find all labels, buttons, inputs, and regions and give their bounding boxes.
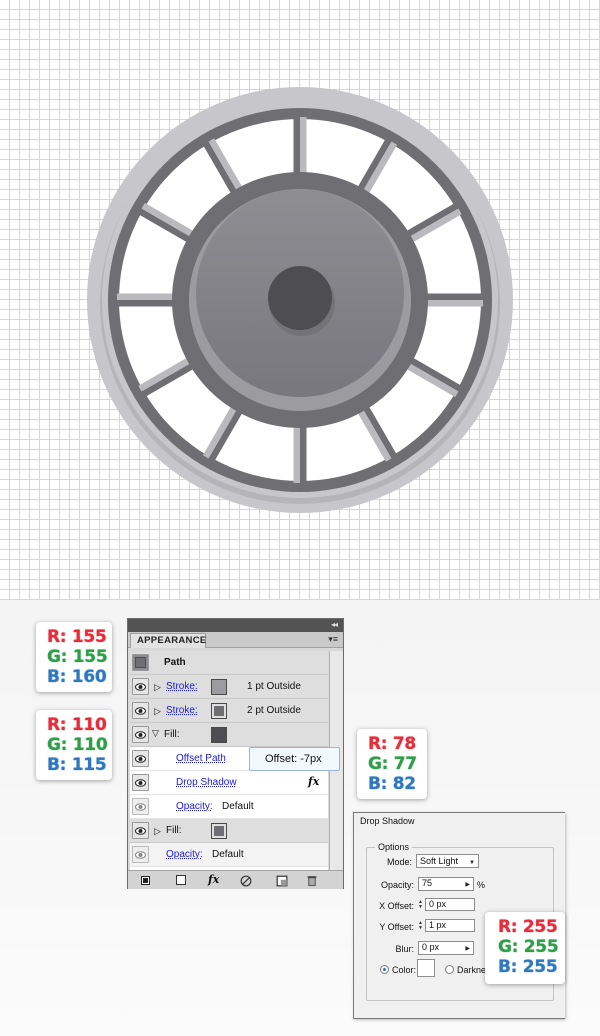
center-hole xyxy=(268,266,332,330)
panel-menu-icon[interactable]: ▾≡ xyxy=(328,634,338,645)
swatch-blue: B: 255 xyxy=(498,957,558,977)
swatch-red: R: 255 xyxy=(498,917,558,937)
color-label: Color: xyxy=(392,965,417,975)
y-offset-input[interactable]: 1 px xyxy=(425,919,475,932)
duplicate-item-icon[interactable] xyxy=(276,875,288,887)
chevron-down-icon: ▼ xyxy=(469,860,475,866)
object-label: Path xyxy=(164,657,186,668)
path-thumbnail xyxy=(132,654,149,671)
collapse-icon[interactable]: ◂◂ xyxy=(331,620,338,629)
opacity-unit: % xyxy=(477,880,486,890)
stroke-1-link[interactable]: Stroke: xyxy=(166,681,198,692)
rgb-swatch-2: R: 110 G: 110 B: 115 xyxy=(36,710,112,780)
swatch-blue: B: 82 xyxy=(368,774,416,794)
swatch-red: R: 78 xyxy=(368,734,416,754)
fill-2-swatch[interactable] xyxy=(211,823,227,839)
list-item-path[interactable]: Path xyxy=(130,651,328,675)
x-offset-input[interactable]: 0 px xyxy=(425,898,475,911)
x-offset-label: X Offset: xyxy=(379,901,414,911)
eye-icon[interactable] xyxy=(132,726,149,743)
offset-tooltip: Offset: -7px xyxy=(249,747,340,771)
expand-triangle-icon[interactable]: ▷ xyxy=(154,706,161,717)
eye-icon[interactable] xyxy=(132,750,149,767)
dialog-title: Drop Shadow xyxy=(360,816,415,826)
list-item-stroke-2[interactable]: ▷ Stroke: 2 pt Outside xyxy=(130,699,328,723)
blur-input[interactable]: 0 px ▶ xyxy=(418,941,474,955)
blur-label: Blur: xyxy=(395,944,414,954)
opacity-label: Opacity: xyxy=(380,880,414,890)
expand-triangle-icon[interactable]: ▷ xyxy=(154,826,161,837)
panel-tabbar: APPEARANCE ▾≡ xyxy=(128,632,343,648)
clear-appearance-icon[interactable] xyxy=(240,875,252,887)
swatch-green: G: 77 xyxy=(368,754,417,774)
panel-footer: fx xyxy=(128,870,343,889)
offset-path-link[interactable]: Offset Path xyxy=(176,753,226,764)
fill-2-label: Fill: xyxy=(166,825,182,836)
eye-icon[interactable] xyxy=(132,678,149,695)
add-effect-icon[interactable]: fx xyxy=(208,873,226,886)
swatch-red: R: 110 xyxy=(47,715,107,735)
swatch-green: G: 110 xyxy=(47,735,108,755)
stroke-1-value: 1 pt Outside xyxy=(247,681,301,692)
fx-icon[interactable]: fx xyxy=(308,775,319,788)
stroke-2-swatch[interactable] xyxy=(211,703,227,719)
eye-icon[interactable] xyxy=(132,846,149,863)
list-item-fill-2[interactable]: ▷ Fill: xyxy=(130,819,328,843)
mode-value: Soft Light xyxy=(420,856,459,866)
darkness-radio[interactable] xyxy=(445,965,454,974)
eye-icon[interactable] xyxy=(132,702,149,719)
opacity-outer-value: Default xyxy=(212,849,244,860)
tab-appearance[interactable]: APPEARANCE xyxy=(130,633,206,648)
options-group-label: Options xyxy=(375,842,413,852)
chevron-right-icon[interactable]: ▶ xyxy=(465,944,470,955)
stroke-2-link[interactable]: Stroke: xyxy=(166,705,198,716)
rgb-swatch-1: R: 155 G: 155 B: 160 xyxy=(36,622,112,692)
swatch-blue: B: 115 xyxy=(47,755,107,775)
eye-icon[interactable] xyxy=(132,774,149,791)
swatch-green: G: 255 xyxy=(498,937,559,957)
opacity-value: 75 xyxy=(422,878,433,888)
color-radio[interactable] xyxy=(380,965,389,974)
opacity-input[interactable]: 75 ▶ xyxy=(418,877,474,891)
rgb-swatch-4: R: 255 G: 255 B: 255 xyxy=(485,912,565,984)
mode-select[interactable]: Soft Light ▼ xyxy=(416,854,479,868)
shadow-color-swatch[interactable] xyxy=(417,959,435,977)
rgb-swatch-3: R: 78 G: 77 B: 82 xyxy=(357,729,427,799)
wheel-illustration xyxy=(87,87,513,513)
drop-shadow-link[interactable]: Drop Shadow xyxy=(176,777,237,788)
swatch-green: G: 155 xyxy=(47,647,108,667)
new-art-icon[interactable] xyxy=(141,876,150,885)
x-offset-stepper-icon[interactable]: ▲ ▼ xyxy=(417,900,424,911)
swatch-blue: B: 160 xyxy=(47,667,107,687)
list-item-opacity-outer[interactable]: Opacity: Default xyxy=(130,843,328,867)
y-offset-label: Y Offset: xyxy=(379,922,414,932)
eye-icon[interactable] xyxy=(132,822,149,839)
opacity-outer-link[interactable]: Opacity: xyxy=(166,849,203,860)
trash-icon[interactable] xyxy=(306,874,318,886)
opacity-inner-value: Default xyxy=(222,801,254,812)
expand-triangle-icon[interactable]: ▷ xyxy=(154,682,161,693)
blur-value: 0 px xyxy=(422,942,440,952)
swatch-red: R: 155 xyxy=(47,627,107,647)
mode-label: Mode: xyxy=(386,857,412,867)
collapse-triangle-icon[interactable]: ▽ xyxy=(152,728,159,739)
list-item-drop-shadow[interactable]: Drop Shadow fx xyxy=(130,771,328,795)
stroke-2-value: 2 pt Outside xyxy=(247,705,301,716)
opacity-inner-link[interactable]: Opacity: xyxy=(176,801,213,812)
panel-titlebar[interactable]: ◂◂ xyxy=(128,619,343,632)
artboard-canvas[interactable] xyxy=(0,0,600,600)
y-offset-stepper-icon[interactable]: ▲ ▼ xyxy=(417,921,424,932)
fill-1-label: Fill: xyxy=(164,729,180,740)
add-stroke-icon[interactable] xyxy=(176,875,186,885)
chevron-right-icon[interactable]: ▶ xyxy=(465,880,470,891)
list-item-stroke-1[interactable]: ▷ Stroke: 1 pt Outside xyxy=(130,675,328,699)
stroke-1-swatch[interactable] xyxy=(211,679,227,695)
fill-1-swatch[interactable] xyxy=(211,727,227,743)
list-item-fill-1[interactable]: ▽ Fill: xyxy=(130,723,328,747)
list-item-opacity-inner[interactable]: Opacity: Default xyxy=(130,795,328,819)
eye-icon[interactable] xyxy=(132,798,149,815)
